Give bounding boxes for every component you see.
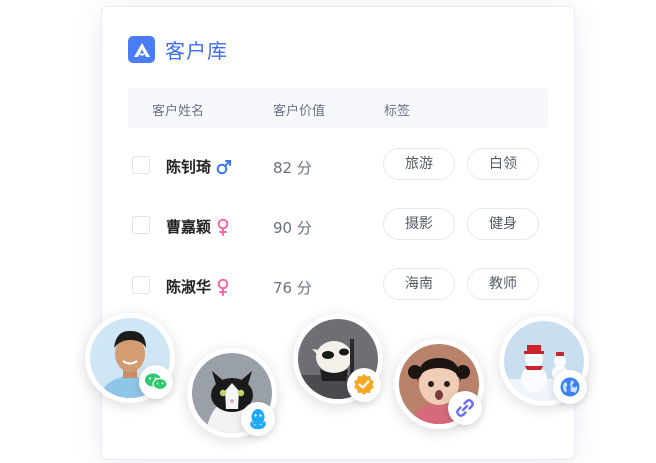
- tag-chip[interactable]: 旅游: [383, 148, 455, 180]
- customer-score: 90 分: [273, 219, 312, 237]
- customer-avatar[interactable]: [293, 314, 383, 404]
- female-icon: [216, 278, 230, 296]
- page-title: 客户库: [165, 39, 228, 63]
- customer-name-cell: 陈钊琦: [166, 156, 232, 177]
- card-header: 客户库: [128, 35, 228, 64]
- customer-score: 76 分: [273, 279, 312, 297]
- female-icon: [216, 218, 230, 236]
- customer-avatar[interactable]: [394, 339, 484, 429]
- customer-name: 曹嘉颖: [166, 218, 212, 236]
- customer-avatar[interactable]: [499, 316, 589, 406]
- male-icon: [216, 159, 232, 175]
- customer-avatar[interactable]: [85, 313, 175, 403]
- tag-chip[interactable]: 教师: [467, 268, 539, 300]
- app-logo-icon: [128, 36, 155, 63]
- table-row: 曹嘉颖 90 分 摄影 健身: [128, 208, 548, 248]
- tag-chip[interactable]: 白领: [467, 148, 539, 180]
- customer-name: 陈钊琦: [166, 158, 212, 176]
- row-checkbox[interactable]: [132, 276, 150, 294]
- link-icon: [448, 391, 482, 425]
- column-header-name: 客户姓名: [152, 104, 205, 119]
- tag-chip[interactable]: 海南: [383, 268, 455, 300]
- column-header-value: 客户价值: [273, 104, 326, 119]
- row-checkbox[interactable]: [132, 156, 150, 174]
- customer-score: 82 分: [273, 159, 312, 177]
- row-checkbox[interactable]: [132, 216, 150, 234]
- wechat-icon: [139, 365, 173, 399]
- qq-icon: [241, 402, 275, 436]
- customer-name-cell: 曹嘉颖: [166, 216, 230, 237]
- customer-name: 陈淑华: [166, 278, 212, 296]
- tag-chip[interactable]: 摄影: [383, 208, 455, 240]
- customer-name-cell: 陈淑华: [166, 276, 230, 297]
- customer-avatar[interactable]: [187, 348, 277, 438]
- table-row: 陈淑华 76 分 海南 教师: [128, 268, 548, 308]
- column-header-tags: 标签: [384, 104, 411, 119]
- verified-icon: [347, 368, 381, 402]
- table-header: 客户姓名 客户价值 标签: [128, 88, 548, 128]
- tag-chip[interactable]: 健身: [467, 208, 539, 240]
- globe-icon: [553, 370, 587, 404]
- table-row: 陈钊琦 82 分 旅游 白领: [128, 148, 548, 188]
